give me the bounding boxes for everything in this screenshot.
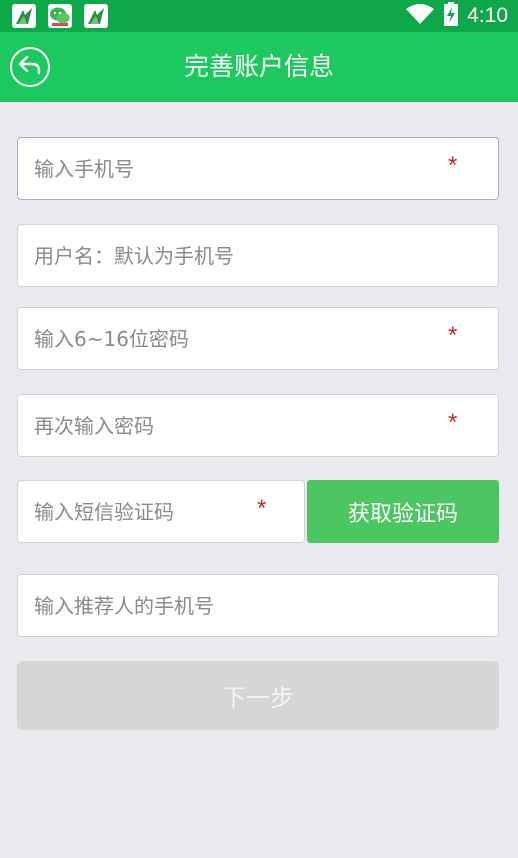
status-bar: 4:10: [0, 0, 518, 32]
battery-charging-icon: [443, 2, 459, 30]
username-input[interactable]: [34, 225, 434, 286]
required-mark: *: [448, 322, 458, 349]
required-mark: *: [448, 409, 458, 436]
next-button[interactable]: 下一步: [17, 661, 499, 730]
app-notification-icon: [84, 4, 108, 28]
confirm-password-input[interactable]: [34, 395, 434, 456]
status-time: 4:10: [467, 4, 508, 27]
status-right: 4:10: [405, 0, 508, 32]
password-field[interactable]: *: [17, 307, 499, 370]
required-mark: *: [448, 152, 458, 179]
phone-input[interactable]: [34, 138, 434, 199]
required-mark: *: [257, 495, 267, 522]
get-code-button[interactable]: 获取验证码: [307, 480, 499, 543]
sms-code-field[interactable]: *: [17, 480, 305, 543]
title-bar: 完善账户信息: [0, 32, 518, 102]
phone-field[interactable]: *: [17, 137, 499, 200]
confirm-password-field[interactable]: *: [17, 394, 499, 457]
wechat-icon: [48, 4, 72, 28]
app-notification-icon: [12, 4, 36, 28]
password-input[interactable]: [34, 308, 434, 369]
page-title: 完善账户信息: [183, 52, 334, 81]
referrer-input[interactable]: [34, 575, 434, 636]
screen: 4:10 完善账户信息 * * * * 获: [0, 0, 518, 858]
sms-code-input[interactable]: [34, 481, 244, 542]
username-field[interactable]: [17, 224, 499, 287]
wifi-icon: [405, 3, 435, 29]
referrer-field[interactable]: [17, 574, 499, 637]
